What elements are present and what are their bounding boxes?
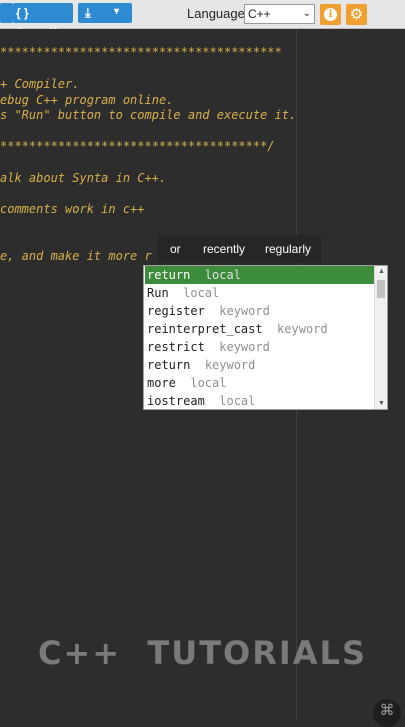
toolbar: { } Beautify ⤓ ▾ Language C++ ⌄ i ⚙: [0, 0, 405, 40]
autocomplete-item-name: iostream: [147, 394, 205, 408]
beautify-button[interactable]: { } Beautify: [13, 3, 73, 40]
autocomplete-scrollbar[interactable]: ▲ ▼: [374, 266, 387, 409]
scrollbar-thumb[interactable]: [377, 280, 385, 298]
autocomplete-item-name: restrict: [147, 340, 205, 354]
code-line[interactable]: ebug C++ program online.: [0, 93, 173, 108]
autocomplete-item-name: more: [147, 376, 176, 390]
suggestion-word[interactable]: or: [170, 242, 181, 256]
autocomplete-item-name: reinterpret_cast: [147, 322, 263, 336]
info-icon: i: [324, 8, 337, 21]
keyboard-suggestion-bar: or recently regularly: [158, 235, 321, 263]
chevron-down-icon: ▾: [114, 6, 120, 17]
code-line[interactable]: s "Run" button to compile and execute it…: [0, 108, 296, 123]
autocomplete-item[interactable]: register keyword: [145, 302, 375, 320]
floating-menu-button[interactable]: ⌘: [373, 699, 401, 727]
suggestion-word[interactable]: recently: [203, 242, 245, 256]
download-icon: ⤓: [85, 5, 91, 20]
toolbar-left-button[interactable]: [0, 3, 13, 23]
code-line[interactable]: ***************************************: [0, 45, 282, 60]
autocomplete-item-name: return: [147, 358, 191, 372]
code-line[interactable]: e, and make it more r: [0, 249, 152, 264]
language-select[interactable]: C++ ⌄: [244, 4, 315, 24]
code-line[interactable]: alk about Synta in C++.: [0, 171, 166, 186]
autocomplete-item[interactable]: return local: [145, 266, 375, 284]
autocomplete-item[interactable]: iostream local: [145, 392, 375, 409]
download-button[interactable]: ⤓ ▾: [78, 3, 132, 23]
autocomplete-item-name: Run: [147, 286, 169, 300]
info-button[interactable]: i: [320, 4, 341, 25]
autocomplete-item-type: keyword: [204, 358, 256, 372]
autocomplete-item-type: local: [183, 286, 220, 300]
gear-icon: ⚙: [349, 6, 364, 23]
autocomplete-item-type: keyword: [219, 340, 270, 354]
code-line[interactable]: comments work in c++: [0, 202, 145, 217]
language-label: Language: [187, 6, 245, 21]
autocomplete-item[interactable]: Run local: [145, 284, 375, 302]
suggestion-word[interactable]: regularly: [265, 242, 311, 256]
autocomplete-item[interactable]: return keyword: [145, 356, 375, 374]
autocomplete-item-type: local: [190, 376, 227, 390]
autocomplete-item-type: local: [204, 268, 241, 282]
scroll-down-icon[interactable]: ▼: [378, 400, 385, 407]
scroll-up-icon[interactable]: ▲: [378, 268, 385, 275]
autocomplete-item[interactable]: reinterpret_cast keyword: [145, 320, 375, 338]
chevron-down-icon: ⌄: [302, 8, 311, 19]
language-select-value: C++: [248, 7, 271, 21]
grid-icon: ⌘: [379, 702, 395, 719]
settings-button[interactable]: ⚙: [346, 4, 367, 25]
autocomplete-item[interactable]: more local: [145, 374, 375, 392]
autocomplete-item[interactable]: restrict keyword: [145, 338, 375, 356]
tutorial-watermark: C++ TUTORIALS: [38, 634, 367, 672]
autocomplete-item-name: return: [147, 268, 191, 282]
autocomplete-item-name: register: [147, 304, 205, 318]
code-line[interactable]: + Compiler.: [0, 77, 79, 92]
code-line[interactable]: *************************************/: [0, 139, 275, 154]
autocomplete-item-type: keyword: [219, 304, 270, 318]
autocomplete-popup: return local Run local register keyword …: [143, 265, 388, 410]
autocomplete-item-type: keyword: [277, 322, 328, 336]
autocomplete-item-type: local: [219, 394, 256, 408]
